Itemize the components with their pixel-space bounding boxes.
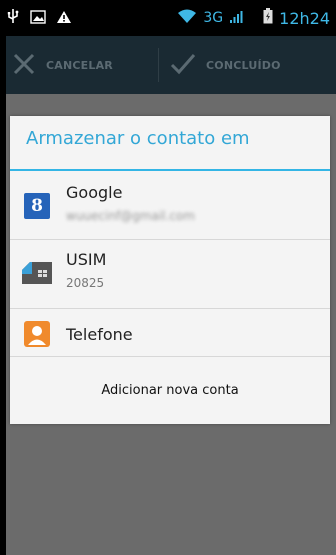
account-name: Telefone: [66, 325, 133, 344]
account-item-usim[interactable]: USIM 20825: [10, 240, 330, 308]
clock: 12h24: [279, 8, 330, 28]
account-name: USIM: [66, 250, 107, 269]
image-icon: [30, 9, 46, 28]
account-picker-dialog: Armazenar o contato em 8 Google wuuecinf…: [10, 116, 330, 424]
status-icons-left: [6, 0, 72, 36]
account-number: 20825: [66, 276, 105, 290]
usb-icon: [6, 8, 20, 28]
cancel-button[interactable]: CANCELAR: [12, 36, 113, 94]
action-bar: CANCELAR CONCLUÍDO: [0, 36, 336, 94]
google-icon: 8: [24, 193, 50, 219]
phone-contact-icon: [24, 321, 50, 347]
account-name: Google: [66, 183, 123, 202]
signal-icon: [229, 9, 243, 28]
checkmark-icon: [170, 52, 196, 79]
warning-icon: [56, 9, 72, 28]
status-icons-right: 3G 12h24: [177, 0, 330, 36]
sim-card-icon: [22, 262, 52, 288]
done-label: CONCLUÍDO: [206, 58, 281, 72]
network-type: 3G: [203, 10, 224, 26]
screen-edge: [0, 0, 6, 555]
action-bar-divider: [158, 48, 159, 82]
wifi-icon: [177, 8, 197, 28]
status-bar: 3G 12h24: [0, 0, 336, 36]
account-item-google[interactable]: 8 Google wuuecinf@gmail.com: [10, 171, 330, 239]
cancel-label: CANCELAR: [46, 58, 113, 72]
done-button[interactable]: CONCLUÍDO: [170, 36, 281, 94]
account-email: wuuecinf@gmail.com: [66, 209, 195, 223]
add-account-button[interactable]: Adicionar nova conta: [10, 356, 330, 424]
close-icon: [12, 52, 36, 79]
battery-charging-icon: [263, 8, 273, 28]
dialog-title: Armazenar o contato em: [26, 128, 250, 149]
